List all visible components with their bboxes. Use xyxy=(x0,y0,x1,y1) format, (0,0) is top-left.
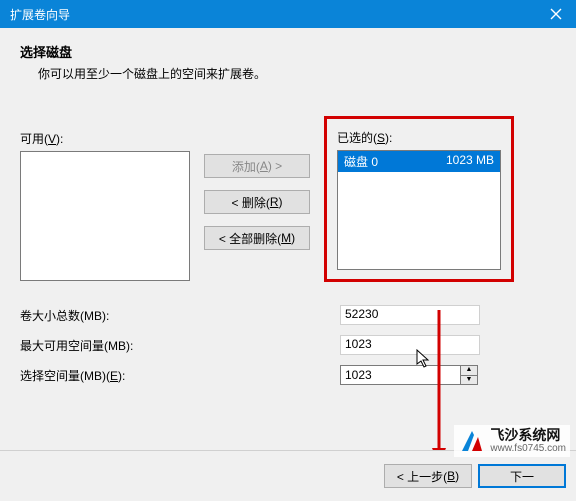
pick-space-label: 选择空间量(MB)(E): xyxy=(20,367,340,384)
selected-list-item[interactable]: 磁盘 0 1023 MB xyxy=(338,151,500,172)
selected-label: 已选的(S): xyxy=(337,129,501,146)
available-listbox[interactable] xyxy=(20,151,190,281)
spinner-up-button[interactable]: ▲ xyxy=(460,365,478,375)
add-button[interactable]: 添加(A) > xyxy=(204,154,310,178)
close-button[interactable] xyxy=(536,0,576,28)
max-space-label: 最大可用空间量(MB): xyxy=(20,337,340,354)
remove-button[interactable]: < 删除(R) xyxy=(204,190,310,214)
wizard-window: 扩展卷向导 选择磁盘 你可以用至少一个磁盘上的空间来扩展卷。 可用(V): 添加… xyxy=(0,0,576,501)
selected-highlight-box: 已选的(S): 磁盘 0 1023 MB xyxy=(324,116,514,282)
remove-all-button[interactable]: < 全部删除(M) xyxy=(204,226,310,250)
page-subheading: 你可以用至少一个磁盘上的空间来扩展卷。 xyxy=(38,65,556,82)
selected-listbox[interactable]: 磁盘 0 1023 MB xyxy=(337,150,501,270)
watermark-url: www.fs0745.com xyxy=(490,443,566,454)
page-heading: 选择磁盘 xyxy=(20,42,556,61)
total-size-value: 52230 xyxy=(340,305,480,325)
watermark-logo-icon xyxy=(458,427,486,455)
close-icon xyxy=(550,8,562,20)
watermark: 飞沙系统网 www.fs0745.com xyxy=(454,425,570,457)
spinner-down-button[interactable]: ▼ xyxy=(460,375,478,386)
window-title: 扩展卷向导 xyxy=(10,6,536,23)
next-button[interactable]: 下一 xyxy=(478,464,566,488)
annotation-arrow xyxy=(432,310,434,460)
titlebar: 扩展卷向导 xyxy=(0,0,576,28)
max-space-value: 1023 xyxy=(340,335,480,355)
available-label: 可用(V): xyxy=(20,130,190,147)
watermark-title: 飞沙系统网 xyxy=(490,428,566,443)
pick-space-spinner[interactable]: ▲ ▼ xyxy=(340,365,478,385)
back-button[interactable]: < 上一步(B) xyxy=(384,464,472,488)
pick-space-input[interactable] xyxy=(340,365,460,385)
wizard-footer: < 上一步(B) 下一 xyxy=(0,450,576,501)
total-size-label: 卷大小总数(MB): xyxy=(20,307,340,324)
